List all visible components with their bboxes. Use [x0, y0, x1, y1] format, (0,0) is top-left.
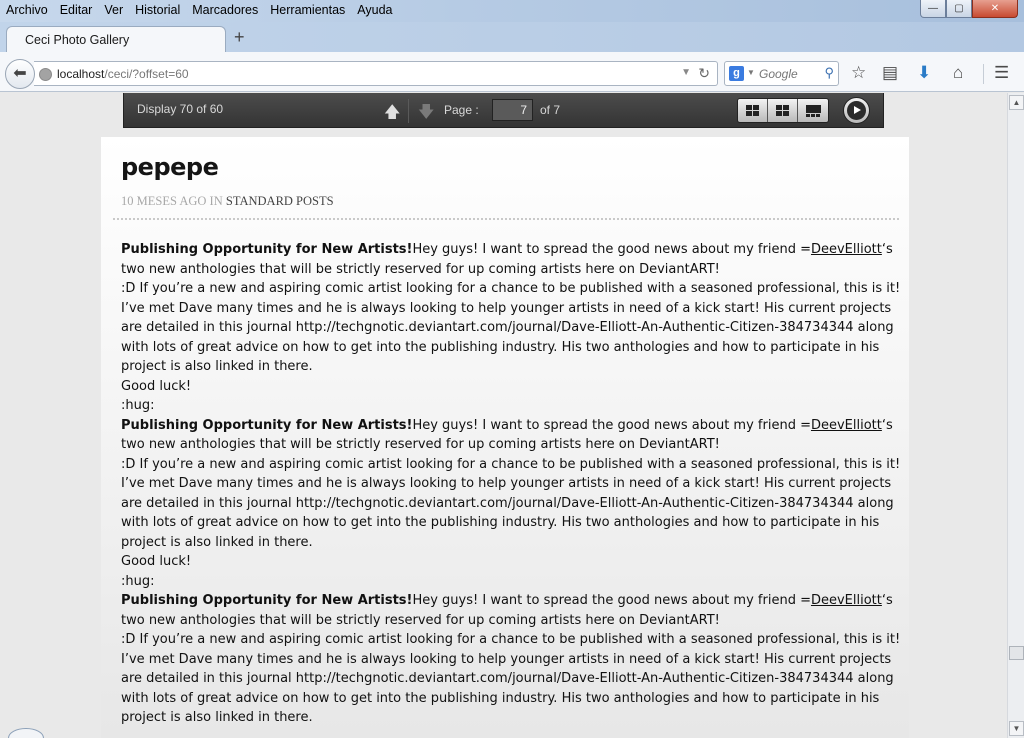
view-large-grid-button[interactable]: [738, 99, 768, 122]
display-count: Display 70 of 60: [137, 102, 224, 116]
post-paragraph: :hug:: [121, 573, 155, 589]
vertical-scrollbar[interactable]: ▲ ▼: [1007, 93, 1024, 738]
reading-list-icon[interactable]: ▤: [882, 63, 898, 83]
scroll-thumb[interactable]: [1009, 646, 1024, 660]
scroll-down-icon[interactable]: ▼: [1009, 721, 1024, 736]
menu-editar[interactable]: Editar: [54, 2, 99, 20]
page-total: of 7: [540, 103, 561, 117]
post-text: Hey guys! I want to spread the good news…: [412, 417, 811, 433]
post-paragraph: I’ve met Dave many times and he is alway…: [121, 476, 894, 550]
play-icon: [847, 101, 866, 120]
post-paragraph: Publishing Opportunity for New Artists!H…: [121, 416, 901, 455]
post-text: Hey guys! I want to spread the good news…: [412, 242, 811, 257]
home-icon[interactable]: ⌂: [953, 63, 963, 83]
search-icon[interactable]: ⚲: [824, 65, 834, 81]
menu-archivo[interactable]: Archivo: [0, 2, 54, 20]
user-link[interactable]: DeevElliott: [811, 593, 882, 608]
post-paragraph: Publishing Opportunity for New Artists!H…: [121, 240, 901, 279]
post-paragraph: I’ve met Dave many times and he is alway…: [121, 300, 894, 375]
view-small-grid-button[interactable]: [768, 99, 798, 122]
menu-icon[interactable]: ☰: [994, 63, 1009, 83]
tab-ceci-photo-gallery[interactable]: Ceci Photo Gallery: [6, 26, 226, 53]
toolbar-separator: [983, 64, 984, 84]
post-body: Publishing Opportunity for New Artists!H…: [121, 240, 901, 728]
title-bar: Archivo Editar Ver Historial Marcadores …: [0, 0, 1024, 22]
post-paragraph: :D If you’re a new and aspiring comic ar…: [121, 281, 901, 296]
user-link[interactable]: DeevElliott: [811, 418, 882, 433]
navigation-bar: localhost/ceci/?offset=60 ▼ ↻ ⬅ g ▼ Goog…: [0, 52, 1024, 92]
menu-ver[interactable]: Ver: [98, 2, 129, 20]
post-text: Hey guys! I want to spread the good news…: [412, 593, 811, 608]
menu-herramientas[interactable]: Herramientas: [264, 2, 351, 20]
tab-title: Ceci Photo Gallery: [25, 33, 130, 47]
search-engine-dropdown-icon[interactable]: ▼: [747, 68, 755, 77]
page-viewport: Display 70 of 60 🡅 🡇 Page : of 7 pepepe: [0, 93, 1007, 738]
google-icon[interactable]: g: [729, 66, 744, 81]
new-tab-button[interactable]: +: [234, 28, 245, 46]
back-arrow-icon: ⬅: [13, 65, 27, 82]
url-host: localhost: [57, 67, 105, 81]
post-title[interactable]: pepepe: [121, 153, 219, 181]
star-icon[interactable]: ☆: [851, 63, 866, 83]
gallery-toolbar: Display 70 of 60 🡅 🡇 Page : of 7: [123, 93, 884, 128]
small-grid-icon: [776, 105, 789, 116]
url-path: /ceci/?offset=60: [104, 67, 189, 81]
menu-bar: Archivo Editar Ver Historial Marcadores …: [0, 2, 399, 20]
search-placeholder: Google: [759, 67, 798, 81]
back-button[interactable]: ⬅: [5, 59, 35, 89]
globe-icon: [39, 68, 52, 81]
post-paragraph: :D If you’re a new and aspiring comic ar…: [121, 632, 901, 647]
view-single-button[interactable]: [798, 99, 828, 122]
post-paragraph: :D If you’re a new and aspiring comic ar…: [121, 456, 901, 472]
menu-historial[interactable]: Historial: [129, 2, 186, 20]
menu-ayuda[interactable]: Ayuda: [351, 2, 398, 20]
reload-icon[interactable]: ↻: [698, 65, 710, 82]
post-divider: [113, 218, 899, 220]
post-date: 10 meses ago in: [121, 194, 223, 208]
user-link[interactable]: DeevElliott: [811, 242, 882, 257]
post-paragraph: Publishing Opportunity for New Artists!H…: [121, 591, 901, 630]
post-paragraph: I’ve met Dave many times and he is alway…: [121, 651, 894, 726]
close-button[interactable]: ✕: [972, 0, 1018, 18]
post-paragraph: Good luck!: [121, 554, 192, 569]
post-card: pepepe 10 meses ago in Standard Posts Pu…: [101, 137, 909, 738]
post-paragraph: Good luck!: [121, 378, 192, 394]
previous-page-icon[interactable]: 🡅: [384, 101, 400, 128]
url-history-dropdown-icon[interactable]: ▼: [681, 67, 691, 78]
url-text[interactable]: localhost/ceci/?offset=60: [57, 67, 189, 81]
slideshow-play-button[interactable]: [843, 97, 870, 124]
search-bar[interactable]: g ▼ Google ⚲: [724, 61, 839, 86]
maximize-button[interactable]: ▢: [946, 0, 972, 18]
post-heading: Publishing Opportunity for New Artists!: [121, 417, 413, 433]
download-icon[interactable]: ⬇: [917, 63, 931, 83]
post-meta: 10 meses ago in Standard Posts: [121, 194, 334, 209]
post-category-link[interactable]: Standard Posts: [226, 194, 334, 208]
toolbar-divider: [408, 99, 409, 123]
window-controls: — ▢ ✕: [920, 0, 1018, 18]
page-label: Page :: [444, 103, 479, 117]
page-number-input[interactable]: [492, 99, 533, 121]
next-page-icon[interactable]: 🡇: [418, 101, 434, 128]
post-heading: Publishing Opportunity for New Artists!: [121, 593, 413, 608]
large-grid-icon: [746, 105, 759, 116]
scroll-up-icon[interactable]: ▲: [1009, 95, 1024, 110]
single-view-icon: [805, 104, 821, 117]
post-heading: Publishing Opportunity for New Artists!: [121, 242, 413, 257]
menu-marcadores[interactable]: Marcadores: [186, 2, 264, 20]
url-bar[interactable]: localhost/ceci/?offset=60 ▼ ↻: [34, 61, 718, 86]
minimize-button[interactable]: —: [920, 0, 946, 18]
tab-strip: Ceci Photo Gallery +: [0, 22, 1024, 53]
view-mode-group: [737, 98, 829, 123]
post-paragraph: :hug:: [121, 398, 155, 413]
